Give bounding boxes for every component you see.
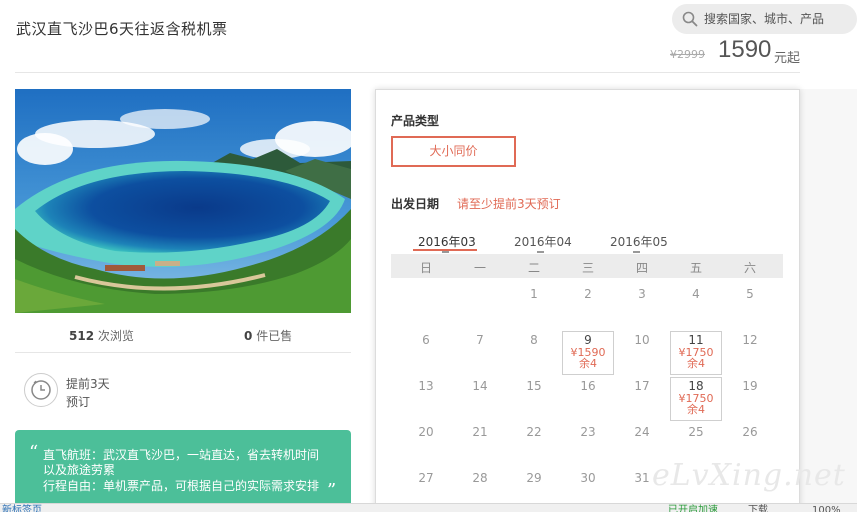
calendar-day: 30 xyxy=(580,471,596,485)
date-remaining: 余4 xyxy=(687,403,705,416)
tab-marker xyxy=(633,251,640,253)
open-quote-icon: “ xyxy=(29,442,39,463)
calendar-day: 2 xyxy=(584,287,592,301)
calendar-day: 13 xyxy=(418,379,434,393)
calendar-day: 4 xyxy=(692,287,700,301)
calendar-day: 1 xyxy=(530,287,538,301)
weekday-label: 四 xyxy=(635,261,648,275)
clock-icon xyxy=(24,373,58,407)
calendar-day-number: 18 xyxy=(688,379,704,393)
calendar-day: 10 xyxy=(634,333,650,347)
panel-backdrop xyxy=(800,89,857,512)
calendar-day: 22 xyxy=(526,425,542,439)
original-price: ¥2999 xyxy=(670,48,705,61)
price-suffix: 元起 xyxy=(774,51,801,66)
views-stat: 512 次浏览 xyxy=(69,327,134,344)
watermark: eLvXing.net xyxy=(652,458,846,493)
calendar-day: 15 xyxy=(526,379,542,393)
calendar-day: 5 xyxy=(746,287,754,301)
views-label: 次浏览 xyxy=(97,329,134,343)
weekday-label: 日 xyxy=(419,261,432,275)
sold-stat: 0 件已售 xyxy=(244,327,292,344)
weekday-label: 三 xyxy=(581,261,594,275)
available-date-cell[interactable]: 11 ¥1750 余4 xyxy=(670,331,722,375)
tab-marker xyxy=(442,251,449,253)
advance-days: 提前3天 xyxy=(66,377,110,391)
search-box[interactable] xyxy=(672,4,857,34)
header-divider xyxy=(15,72,800,73)
weekday-label: 五 xyxy=(689,261,702,275)
calendar-day: 6 xyxy=(422,333,430,347)
calendar-day: 26 xyxy=(742,425,758,439)
calendar-day: 17 xyxy=(634,379,650,393)
date-remaining: 余4 xyxy=(579,357,597,370)
tab-month[interactable]: 2016年04 xyxy=(514,233,572,250)
product-type-option[interactable]: 大小同价 xyxy=(391,136,516,167)
close-quote-icon: ” xyxy=(327,480,337,501)
calendar-day: 19 xyxy=(742,379,758,393)
calendar-day: 20 xyxy=(418,425,434,439)
calendar-day: 12 xyxy=(742,333,758,347)
tab-month[interactable]: 2016年05 xyxy=(610,233,668,250)
available-date-cell[interactable]: 9 ¥1590 余4 xyxy=(562,331,614,375)
tab-marker xyxy=(537,251,544,253)
product-photo[interactable] xyxy=(15,89,351,313)
tab-month[interactable]: 2016年03 xyxy=(418,233,476,250)
calendar-day-number: 9 xyxy=(584,333,592,347)
status-download[interactable]: 下载 xyxy=(748,504,768,512)
weekday-label: 一 xyxy=(473,261,486,275)
departure-date-label: 出发日期 xyxy=(391,197,440,211)
status-zoom[interactable]: 100% xyxy=(812,504,841,512)
views-count: 512 xyxy=(69,329,95,343)
calendar-day: 16 xyxy=(580,379,596,393)
calendar-day: 28 xyxy=(472,471,488,485)
calendar-day: 27 xyxy=(418,471,434,485)
calendar-day: 21 xyxy=(472,425,488,439)
calendar-day-number: 11 xyxy=(688,333,704,347)
highlight-line: 以及旅途劳累 xyxy=(43,463,116,477)
highlights-box: “ 直飞航班：武汉直飞沙巴，一站直达，省去转机时间 以及旅途劳累 行程自由：单机… xyxy=(15,430,351,512)
search-input[interactable] xyxy=(704,4,854,34)
stats-divider xyxy=(15,352,351,353)
calendar-day: 8 xyxy=(530,333,538,347)
highlight-line: 行程自由：单机票产品，可根据自己的实际需求安排 xyxy=(43,479,320,493)
status-accel[interactable]: 已开启加速 xyxy=(668,504,718,512)
sold-label: 件已售 xyxy=(256,329,293,343)
sold-count: 0 xyxy=(244,329,253,343)
calendar-day: 29 xyxy=(526,471,542,485)
advance-label: 预订 xyxy=(66,395,91,409)
browser-status-bar: 新标签页 已开启加速 下载 100% xyxy=(0,503,857,512)
status-left[interactable]: 新标签页 xyxy=(2,504,42,512)
date-remaining: 余4 xyxy=(687,357,705,370)
calendar-day: 3 xyxy=(638,287,646,301)
booking-note: 请至少提前3天预订 xyxy=(457,197,561,211)
current-price: 1590 xyxy=(718,36,772,63)
calendar-day: 23 xyxy=(580,425,596,439)
calendar-day: 7 xyxy=(476,333,484,347)
calendar-day: 25 xyxy=(688,425,704,439)
product-type-label: 产品类型 xyxy=(391,114,440,128)
search-icon[interactable] xyxy=(682,11,698,31)
weekday-label: 六 xyxy=(743,261,756,275)
available-date-cell[interactable]: 18 ¥1750 余4 xyxy=(670,377,722,421)
calendar-day: 24 xyxy=(634,425,650,439)
weekday-label: 二 xyxy=(527,261,540,275)
page-title: 武汉直飞沙巴6天往返含税机票 xyxy=(16,20,228,38)
calendar-day: 14 xyxy=(472,379,488,393)
